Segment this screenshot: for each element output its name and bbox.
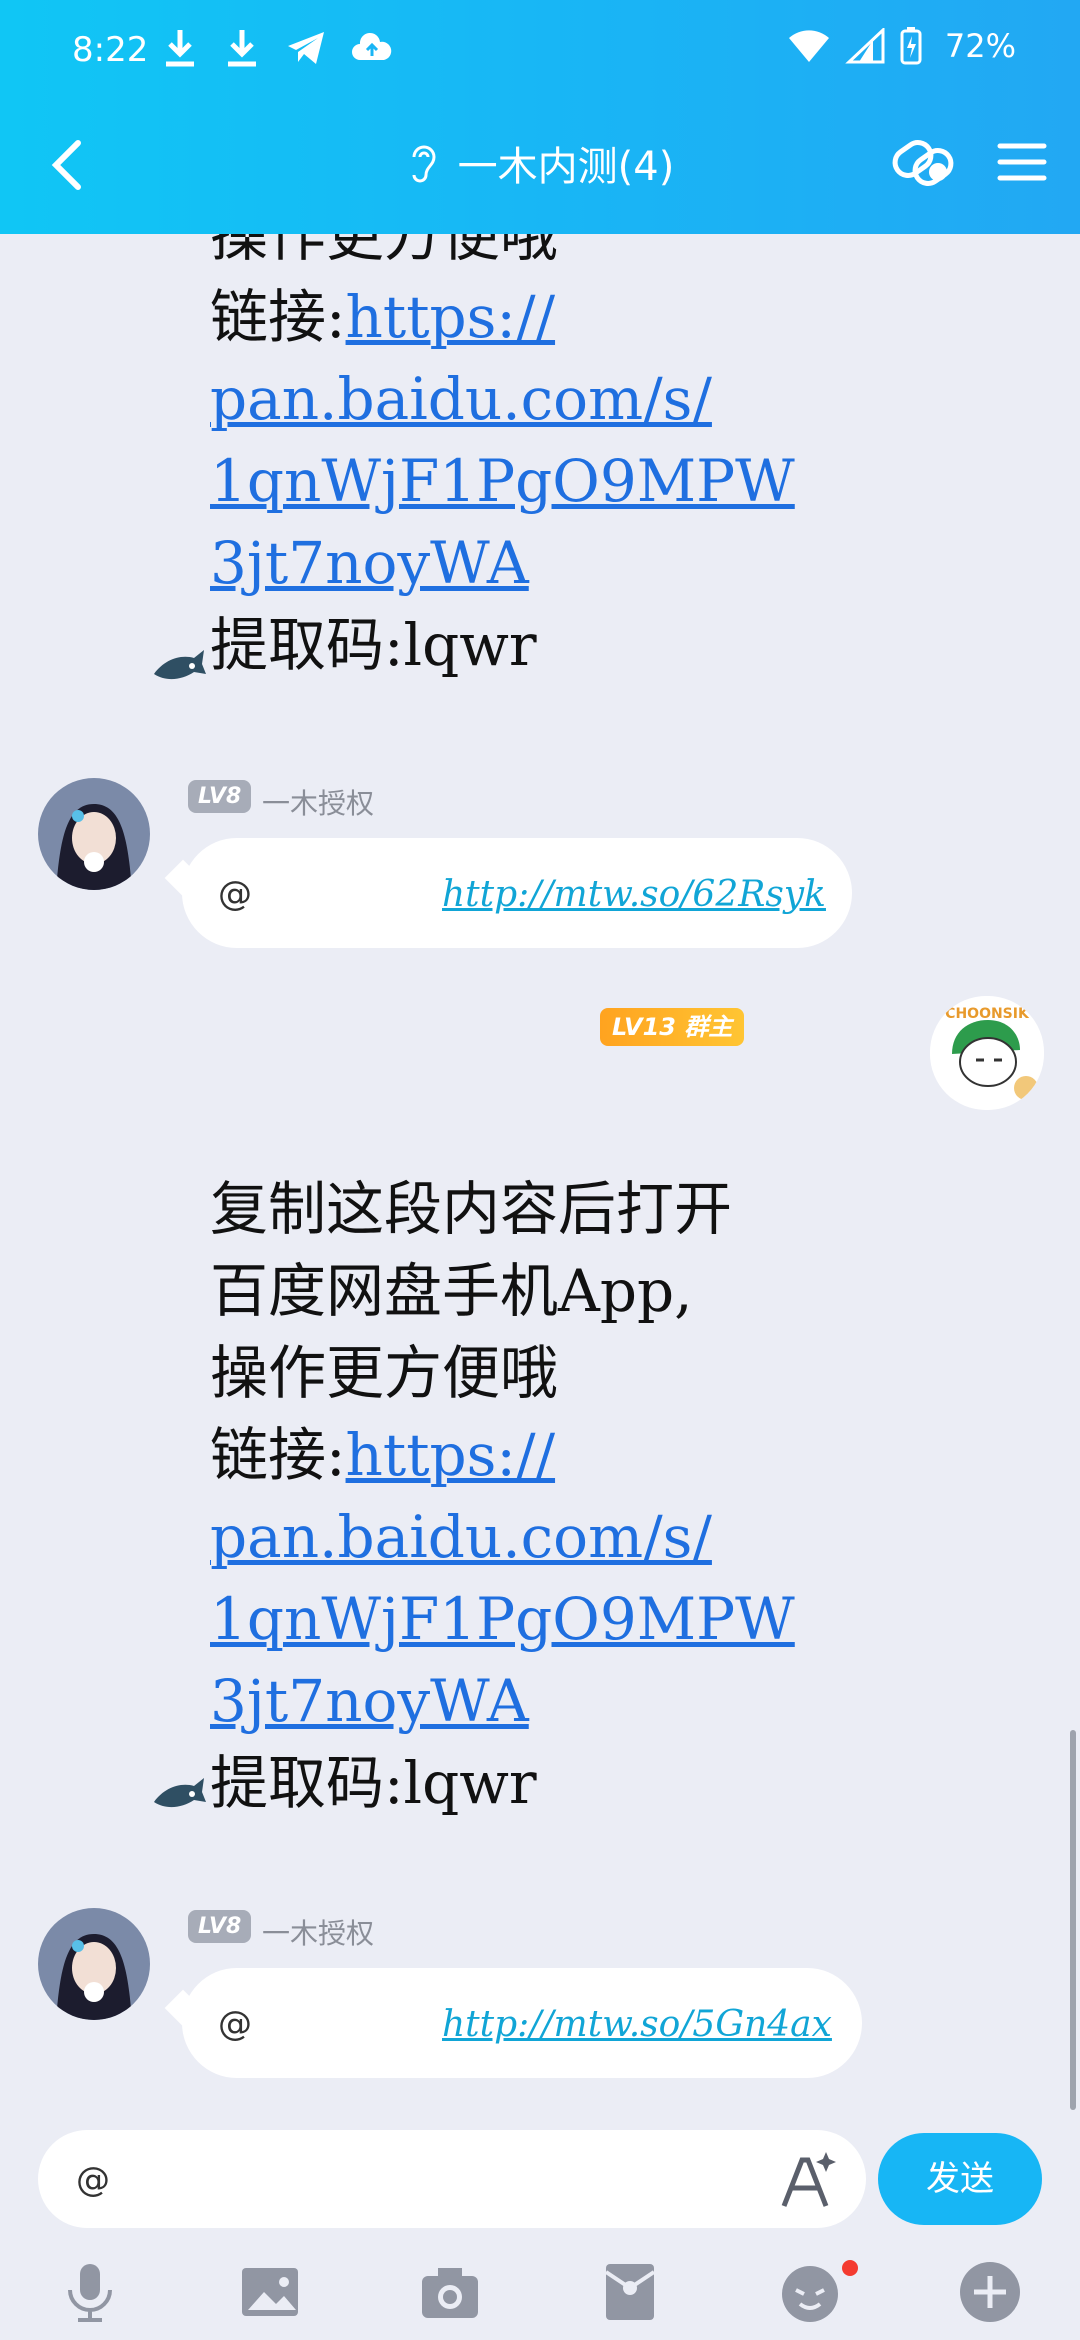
nav-actions [890, 132, 1048, 192]
status-bar: 8:22 72% [0, 0, 1080, 100]
send-button[interactable]: 发送 [878, 2133, 1042, 2225]
level-badge: LV13 [612, 1013, 676, 1041]
status-time: 8:22 [72, 30, 149, 70]
mention[interactable]: @ [218, 2004, 252, 2044]
message-bubble[interactable]: @ http://mtw.so/5Gn4ax [182, 1968, 862, 2078]
message-line: 百度网盘手机App, [210, 1257, 693, 1325]
message-line: 操作更方便哦 [210, 1339, 559, 1407]
microphone-icon[interactable] [58, 2260, 122, 2324]
chat-header: 8:22 72% 一木内测(4) [0, 0, 1080, 234]
camera-icon[interactable] [418, 2260, 482, 2324]
message-link[interactable]: pan.baidu.com/s/ [210, 1496, 860, 1578]
level-badge: LV8 [188, 1910, 252, 1943]
nav-bar: 一木内测(4) [0, 110, 1080, 220]
telegram-icon [288, 32, 324, 64]
battery-icon [900, 27, 922, 65]
notification-dot [842, 2260, 858, 2276]
message-input[interactable]: @ [38, 2130, 866, 2228]
system-icons: 72% [787, 26, 1016, 66]
battery-percent: 72% [944, 27, 1016, 65]
wifi-icon [788, 30, 829, 62]
message-link-line[interactable]: 链接:https:// [210, 276, 860, 358]
message-link[interactable]: http://mtw.so/62Rsyk [442, 874, 826, 915]
download-icon [228, 30, 256, 67]
message-link[interactable]: https:// [346, 1421, 556, 1489]
message-list[interactable]: 操作更方便哦 链接:https:// pan.baidu.com/s/ 1qnW… [0, 234, 1080, 2110]
sender-name[interactable]: 一木授权 [262, 1912, 374, 1952]
sender-name[interactable]: 一木授权 [262, 782, 374, 822]
extract-code: 提取码:lqwr [210, 611, 537, 679]
link-icon[interactable] [890, 132, 956, 192]
image-icon[interactable] [238, 2260, 302, 2324]
avatar-self[interactable]: CHOONSIK [930, 996, 1044, 1110]
message-bubble[interactable]: @ http://mtw.so/62Rsyk [182, 838, 852, 948]
scrollbar[interactable] [1070, 1730, 1076, 2110]
message-text: 复制这段内容后打开 百度网盘手机App, 操作更方便哦 链接:https:// … [210, 1168, 860, 1824]
emoji-icon[interactable] [778, 2260, 842, 2324]
link-prefix: 链接: [210, 1421, 346, 1489]
avatar[interactable] [38, 778, 150, 890]
avatar-text: CHOONSIK [945, 1006, 1030, 1022]
message-link-line[interactable]: 链接:https:// [210, 1414, 860, 1496]
download-icon [166, 30, 194, 67]
message-line: 复制这段内容后打开 [210, 1175, 733, 1243]
message-link[interactable]: 1qnWjF1PgO9MPW [210, 1578, 860, 1660]
message-link[interactable]: pan.baidu.com/s/ [210, 358, 860, 440]
mention[interactable]: @ [218, 874, 252, 914]
fish-sticker-icon [154, 650, 206, 680]
notification-icons [160, 26, 394, 70]
message-link[interactable]: 3jt7noyWA [210, 522, 860, 604]
owner-badge: LV13 群主 [600, 1008, 745, 1046]
menu-icon[interactable] [996, 140, 1048, 184]
message-link[interactable]: https:// [346, 283, 556, 351]
cloud-upload-icon [352, 32, 392, 60]
input-value: @ [76, 2160, 110, 2200]
toolbar [0, 2250, 1080, 2340]
role-badge: 群主 [684, 1013, 733, 1041]
signal-icon [845, 28, 885, 64]
message-line: 操作更方便哦 [210, 234, 559, 269]
level-badge: LV8 [188, 780, 252, 813]
plus-icon[interactable] [958, 2260, 1022, 2324]
link-prefix: 链接: [210, 283, 346, 351]
extract-code: 提取码:lqwr [210, 1749, 537, 1817]
font-icon[interactable] [776, 2148, 840, 2212]
message-link[interactable]: http://mtw.so/5Gn4ax [442, 2004, 832, 2045]
message-text: 操作更方便哦 链接:https:// pan.baidu.com/s/ 1qnW… [210, 234, 860, 686]
message-link[interactable]: 1qnWjF1PgO9MPW [210, 440, 860, 522]
input-bar: @ 发送 [0, 2110, 1080, 2340]
ear-icon [412, 145, 436, 183]
message-link[interactable]: 3jt7noyWA [210, 1660, 860, 1742]
fish-sticker-icon [154, 1778, 206, 1808]
red-packet-icon[interactable] [598, 2260, 662, 2324]
chat-title[interactable]: 一木内测(4) [458, 134, 675, 192]
avatar[interactable] [38, 1908, 150, 2020]
